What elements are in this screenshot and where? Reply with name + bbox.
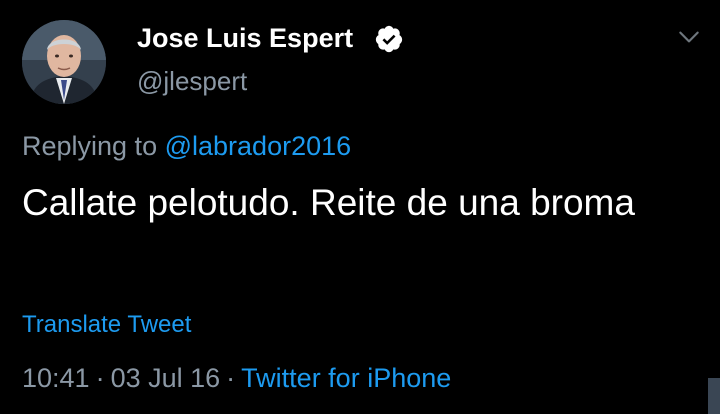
- chevron-down-icon[interactable]: [676, 24, 702, 50]
- tweet-date[interactable]: 03 Jul 16: [111, 363, 221, 393]
- tweet-metadata: 10:41 · 03 Jul 16 · Twitter for iPhone: [22, 360, 451, 396]
- meta-separator: ·: [226, 363, 236, 393]
- replying-to-label: Replying to: [22, 131, 158, 161]
- avatar-photo-icon: [22, 20, 106, 104]
- tweet-time[interactable]: 10:41: [22, 363, 90, 393]
- reply-mention-link[interactable]: @labrador2016: [165, 131, 352, 161]
- author-display-name[interactable]: Jose Luis Espert: [137, 20, 353, 56]
- verified-badge-icon: [374, 24, 404, 54]
- author-avatar[interactable]: [22, 20, 106, 104]
- translate-tweet-link[interactable]: Translate Tweet: [22, 309, 191, 341]
- tweet-card: Jose Luis Espert @jlespert Replying to @…: [0, 0, 720, 414]
- meta-separator: ·: [95, 363, 105, 393]
- author-handle[interactable]: @jlespert: [137, 64, 247, 98]
- tweet-source-link[interactable]: Twitter for iPhone: [241, 363, 451, 393]
- replying-to-line: Replying to @labrador2016: [22, 128, 351, 164]
- tweet-text: Callate pelotudo. Reite de una broma: [22, 182, 635, 223]
- corner-fragment: [708, 378, 720, 414]
